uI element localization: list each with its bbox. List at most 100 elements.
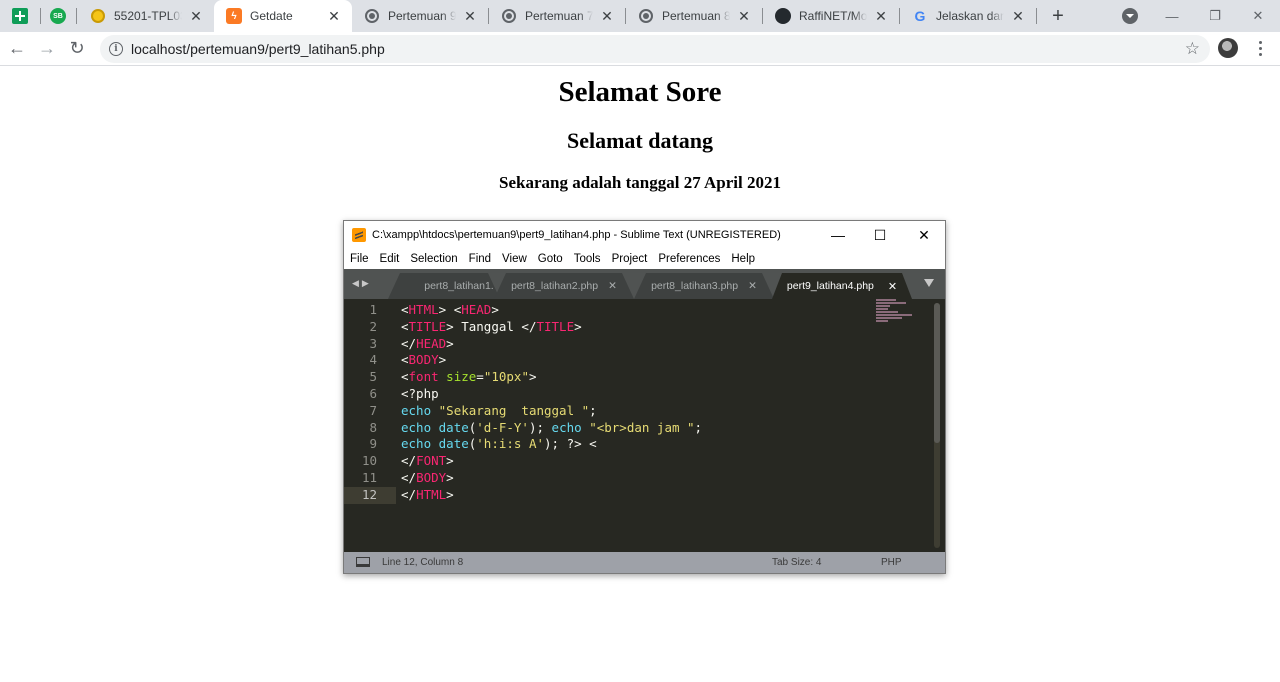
sublime-status-bar: Line 12, Column 8 Tab Size: 4 PHP	[344, 552, 945, 573]
close-icon: ✕	[608, 280, 617, 292]
minimize-button[interactable]: —	[1152, 0, 1192, 32]
browser-tab[interactable]: Pertemuan 8 Pe ✕	[626, 0, 762, 32]
code-line: </HEAD>	[401, 335, 454, 351]
browser-tab-active[interactable]: ϟ Getdate ✕	[214, 0, 352, 32]
code-line: </HTML>	[401, 486, 454, 502]
line-number: 2	[369, 318, 377, 334]
sublime-menu-item: Help	[731, 253, 756, 265]
close-tab-icon[interactable]: ✕	[1010, 8, 1026, 25]
sublime-minimap	[876, 299, 912, 325]
line-number: 3	[369, 335, 377, 351]
line-number-gutter: 1 2 3 4 5 6 7 8 9 10 11 12	[344, 302, 396, 504]
close-tab-icon[interactable]: ✕	[736, 8, 752, 25]
browser-tab[interactable]: RaffiNET/Modu ✕	[763, 0, 899, 32]
code-line: echo "Sekarang tanggal ";	[401, 402, 597, 418]
browser-tab[interactable]: G Jelaskan dan be ✕	[900, 0, 1036, 32]
tab-separator	[76, 8, 77, 24]
sublime-menu-item: Tools	[573, 253, 601, 265]
new-tab-button[interactable]: +	[1046, 4, 1070, 28]
globe-icon	[638, 8, 654, 24]
sublime-menu-item: Find	[468, 253, 492, 265]
line-number: 8	[369, 419, 377, 435]
sublime-scrollbar	[934, 303, 940, 548]
forward-arrow-icon[interactable]: →	[35, 37, 59, 61]
globe-icon	[501, 8, 517, 24]
sublime-tab-label: pert8_latihan1.	[424, 280, 494, 292]
browser-toolbar: ← → ↻ i localhost/pertemuan9/pert9_latih…	[0, 32, 1280, 66]
tab-title: RaffiNET/Modu	[799, 9, 867, 23]
code-line: <?php	[401, 385, 439, 401]
reload-icon[interactable]: ↻	[65, 37, 89, 61]
sublime-menu-bar: File Edit Selection Find View Goto Tools…	[344, 249, 945, 269]
tab-title: Getdate	[250, 9, 293, 23]
code-line: <BODY>	[401, 352, 447, 368]
code-line: </BODY>	[401, 469, 454, 485]
sublime-tab: pert8_latihan3.php ✕	[634, 273, 774, 299]
line-number: 4	[369, 352, 377, 368]
github-icon	[775, 8, 791, 24]
tab-menu-arrow-icon	[924, 279, 934, 287]
sublime-close-icon: ✕	[918, 227, 930, 243]
sheets-icon	[12, 8, 28, 24]
url-text[interactable]: localhost/pertemuan9/pert9_latihan5.php	[131, 41, 385, 57]
coin-icon	[90, 8, 106, 24]
browser-tab[interactable]: Pertemuan 9 Pe ✕	[352, 0, 488, 32]
page-heading-greeting: Selamat Sore	[558, 76, 722, 108]
close-window-button[interactable]: ✕	[1238, 0, 1278, 32]
site-info-icon[interactable]: i	[109, 42, 123, 56]
sublime-tab: pert8_latihan1.	[388, 273, 500, 299]
xampp-icon: ϟ	[226, 8, 242, 24]
restore-button[interactable]: ❐	[1195, 0, 1235, 32]
line-number: 6	[369, 385, 377, 401]
back-arrow-icon[interactable]: ←	[5, 37, 29, 61]
sublime-menu-item: Project	[611, 253, 648, 265]
close-icon: ✕	[887, 280, 898, 293]
syntax-mode: PHP	[881, 557, 902, 568]
tab-title: Jelaskan dan be	[936, 9, 1004, 23]
close-tab-icon[interactable]: ✕	[188, 8, 204, 25]
code-area: <HTML> <HEAD> <TITLE> Tanggal </TITLE> <…	[401, 302, 861, 504]
close-tab-icon[interactable]: ✕	[873, 8, 889, 25]
sublime-tab-label: pert9_latihan4.php	[786, 280, 874, 292]
kebab-menu-icon[interactable]	[1252, 39, 1268, 57]
tab-title: 55201-TPL0373	[114, 9, 182, 23]
sublime-maximize-icon: ☐	[873, 227, 887, 243]
line-number: 7	[369, 402, 377, 418]
sublime-title-bar: C:\xampp\htdocs\pertemuan9\pert9_latihan…	[344, 221, 945, 249]
line-number: 9	[369, 436, 377, 452]
close-tab-icon[interactable]: ✕	[462, 8, 478, 25]
sublime-menu-item: Selection	[410, 253, 458, 265]
code-line: <font size="10px">	[401, 369, 537, 385]
profile-avatar[interactable]	[1218, 38, 1238, 58]
sublime-menu-item: Goto	[537, 253, 563, 265]
sublime-tab: pert8_latihan2.php ✕	[494, 273, 634, 299]
bookmark-star-icon[interactable]: ☆	[1185, 39, 1200, 59]
sublime-editor: 1 2 3 4 5 6 7 8 9 10 11 12 <HTML> <HEAD>…	[344, 299, 945, 552]
address-bar[interactable]: i localhost/pertemuan9/pert9_latihan5.ph…	[100, 35, 1210, 63]
sublime-menu-item: Edit	[379, 253, 400, 265]
tab-search-icon[interactable]	[1122, 8, 1138, 24]
close-tab-icon[interactable]: ✕	[326, 8, 342, 25]
sublime-menu-item: File	[350, 253, 369, 265]
tab-title: Pertemuan 7 Pe	[525, 9, 593, 23]
cursor-position: Line 12, Column 8	[382, 557, 464, 568]
panel-toggle-icon	[356, 557, 370, 567]
google-icon: G	[914, 8, 926, 24]
browser-tab[interactable]: Pertemuan 7 Pe ✕	[489, 0, 625, 32]
page-heading-date: Sekarang adalah tanggal 27 April 2021	[499, 173, 781, 192]
pinned-tab-sheets[interactable]	[6, 6, 34, 26]
line-number-current: 12	[344, 486, 396, 504]
page-heading-welcome: Selamat datang	[566, 128, 714, 153]
sublime-tab-active: pert9_latihan4.php ✕	[772, 273, 912, 299]
code-line: echo date('d-F-Y'); echo "<br>dan jam ";	[401, 419, 703, 435]
sublime-text-screenshot: C:\xampp\htdocs\pertemuan9\pert9_latihan…	[343, 220, 946, 574]
close-tab-icon[interactable]: ✕	[599, 8, 615, 25]
pinned-tab-sb[interactable]: SB	[44, 6, 72, 26]
browser-tab[interactable]: 55201-TPL0373 ✕	[78, 0, 214, 32]
sublime-menu-item: View	[502, 253, 527, 265]
code-line: </FONT>	[401, 453, 454, 469]
tab-separator	[1036, 8, 1037, 24]
tab-separator	[40, 8, 41, 24]
sublime-minimize-icon: —	[831, 227, 845, 243]
line-number: 5	[369, 369, 377, 385]
